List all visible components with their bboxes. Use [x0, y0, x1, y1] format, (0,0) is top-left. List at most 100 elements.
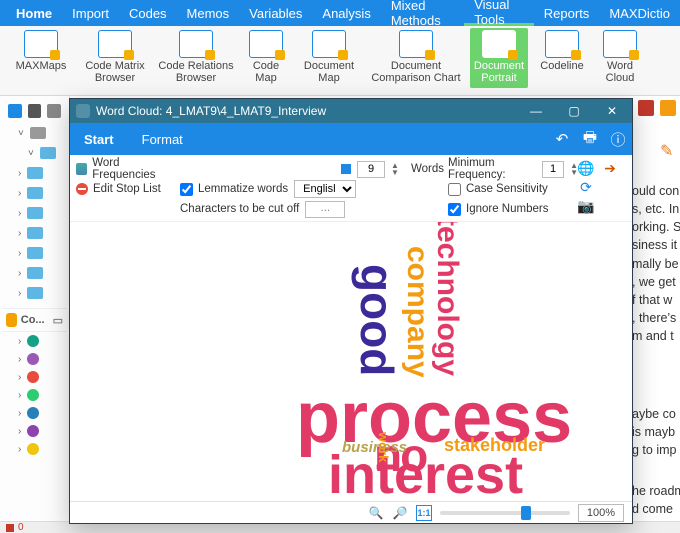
word-frequencies-label: Word Frequencies [92, 157, 180, 181]
zoom-slider[interactable] [440, 511, 570, 515]
tab-format[interactable]: Format [128, 123, 197, 155]
tree-item[interactable]: › [2, 184, 67, 202]
undo-icon[interactable]: ↶ [548, 123, 576, 155]
word-cloud-canvas[interactable]: processinterestnogoodtechnologycompanyst… [70, 222, 632, 501]
code-item[interactable]: › [2, 386, 67, 404]
options-bar: Word Frequencies Edit Stop List ▲▼ Words… [70, 155, 632, 222]
zoom-in-icon[interactable]: 🔎 [392, 505, 408, 521]
tab-start[interactable]: Start [70, 123, 128, 155]
case-sensitivity-checkbox[interactable]: Case Sensitivity [448, 183, 548, 196]
code-item[interactable]: › [2, 332, 67, 350]
tree-item[interactable]: › [2, 284, 67, 302]
ribbon-maxmaps[interactable]: MAXMaps [8, 28, 74, 72]
code-item[interactable]: › [2, 440, 67, 458]
cutoff-label: Characters to be cut off [180, 203, 299, 215]
menu-tab-maxdictio[interactable]: MAXDictio [599, 0, 680, 26]
cutoff-input[interactable]: ... [305, 201, 345, 218]
menu-tab-variables[interactable]: Variables [239, 0, 312, 26]
camera-icon[interactable]: 📷 [578, 198, 594, 214]
ribbon-label: Code Map [253, 60, 279, 84]
sidebar-toolbar [2, 100, 67, 122]
words-label: Words [411, 163, 444, 175]
ribbon-label: Codeline [540, 60, 583, 72]
ribbon-codeline[interactable]: Codeline [536, 28, 588, 72]
tree-item[interactable]: › [2, 224, 67, 242]
status-icon [6, 524, 14, 532]
ribbon-label: Document Map [304, 60, 354, 84]
tool-icon[interactable] [660, 100, 676, 116]
code-item[interactable]: › [2, 350, 67, 368]
menu-tab-import[interactable]: Import [62, 0, 119, 26]
font-size-input[interactable] [357, 161, 385, 178]
ribbon-document-portrait[interactable]: Document Portrait [470, 28, 528, 88]
menu-tab-mixed-methods[interactable]: Mixed Methods [381, 0, 464, 26]
ribbon-document-map[interactable]: Document Map [296, 28, 362, 84]
zoom-thumb[interactable] [521, 506, 531, 520]
document-sidebar: ˅ ˅ › › › › › › › Co...▭ › › › › › › › [0, 96, 70, 533]
ribbon-code-map[interactable]: Code Map [244, 28, 288, 84]
ribbon: MAXMaps Code Matrix Browser Code Relatio… [0, 26, 680, 96]
tool-icon[interactable] [638, 100, 654, 116]
tree-item[interactable]: ˅ [2, 124, 67, 142]
window-titlebar[interactable]: Word Cloud: 4_LMAT9\4_LMAT9_Interview — … [70, 99, 632, 123]
refresh-icon[interactable]: ⟳ [578, 179, 594, 195]
print-icon[interactable]: 🖶 [576, 123, 604, 155]
language-select[interactable]: English [294, 180, 356, 198]
menu-tab-visual-tools[interactable]: Visual Tools [464, 0, 534, 26]
wc-word-company[interactable]: company [402, 246, 432, 378]
word-frequencies-button[interactable]: Word Frequencies [76, 159, 180, 179]
min-freq-input[interactable] [542, 161, 564, 178]
globe-icon[interactable]: 🌐 [578, 160, 594, 176]
lemmatize-checkbox[interactable]: Lemmatize words [180, 183, 288, 196]
app-icon [76, 104, 90, 118]
code-item[interactable]: › [2, 368, 67, 386]
tree-item[interactable]: › [2, 164, 67, 182]
ribbon-label: Document Comparison Chart [371, 60, 460, 84]
ribbon-label: Document Portrait [474, 60, 524, 84]
maximize-button[interactable]: ▢ [558, 99, 590, 123]
word-cloud-window: Word Cloud: 4_LMAT9\4_LMAT9_Interview — … [69, 98, 633, 524]
edit-stoplist-button[interactable]: Edit Stop List [76, 179, 180, 199]
info-icon[interactable]: ⓘ [604, 123, 632, 155]
tree-item[interactable]: › [2, 264, 67, 282]
wc-word-work[interactable]: work [377, 432, 390, 462]
code-item[interactable]: › [2, 422, 67, 440]
export-icon[interactable]: ➔ [602, 160, 618, 176]
close-button[interactable]: ✕ [596, 99, 628, 123]
minimize-button[interactable]: — [520, 99, 552, 123]
wc-word-business[interactable]: business [342, 440, 407, 455]
ribbon-label: Word Cloud [606, 60, 635, 84]
tree-item[interactable]: › [2, 204, 67, 222]
case-sensitivity-label: Case Sensitivity [466, 183, 548, 195]
ribbon-label: Code Relations Browser [158, 60, 233, 84]
window-title: Word Cloud: 4_LMAT9\4_LMAT9_Interview [96, 104, 326, 118]
ribbon-code-relations-browser[interactable]: Code Relations Browser [156, 28, 236, 84]
menu-tab-home[interactable]: Home [6, 0, 62, 26]
menu-tab-analysis[interactable]: Analysis [312, 0, 380, 26]
fit-icon[interactable]: 1:1 [416, 505, 432, 521]
zoom-out-icon[interactable]: 🔍 [368, 505, 384, 521]
menu-tab-memos[interactable]: Memos [177, 0, 240, 26]
ribbon-code-matrix-browser[interactable]: Code Matrix Browser [82, 28, 148, 84]
ribbon-document-comparison-chart[interactable]: Document Comparison Chart [370, 28, 462, 84]
color-swatch[interactable] [341, 164, 351, 174]
tree-item[interactable]: › [2, 244, 67, 262]
min-freq-label: Minimum Frequency: [448, 157, 536, 181]
ribbon-word-cloud[interactable]: Word Cloud [596, 28, 644, 84]
wc-word-technology[interactable]: technology [432, 222, 462, 376]
ribbon-label: MAXMaps [16, 60, 67, 72]
minus-icon [76, 183, 88, 195]
wc-word-good[interactable]: good [354, 264, 400, 376]
tree-item[interactable]: ˅ [2, 144, 67, 162]
wc-word-stakeholder[interactable]: stakeholder [444, 436, 545, 454]
edit-stoplist-label: Edit Stop List [93, 183, 161, 195]
menu-tab-reports[interactable]: Reports [534, 0, 600, 26]
menu-tab-codes[interactable]: Codes [119, 0, 177, 26]
code-item[interactable]: › [2, 404, 67, 422]
bar-chart-icon [76, 163, 87, 175]
ribbon-label: Code Matrix Browser [85, 60, 144, 84]
ignore-numbers-checkbox[interactable]: Ignore Numbers [448, 203, 548, 216]
zoom-value[interactable]: 100% [578, 504, 624, 522]
doc-toolbar [638, 100, 676, 116]
codes-panel-header[interactable]: Co...▭ [2, 308, 67, 332]
